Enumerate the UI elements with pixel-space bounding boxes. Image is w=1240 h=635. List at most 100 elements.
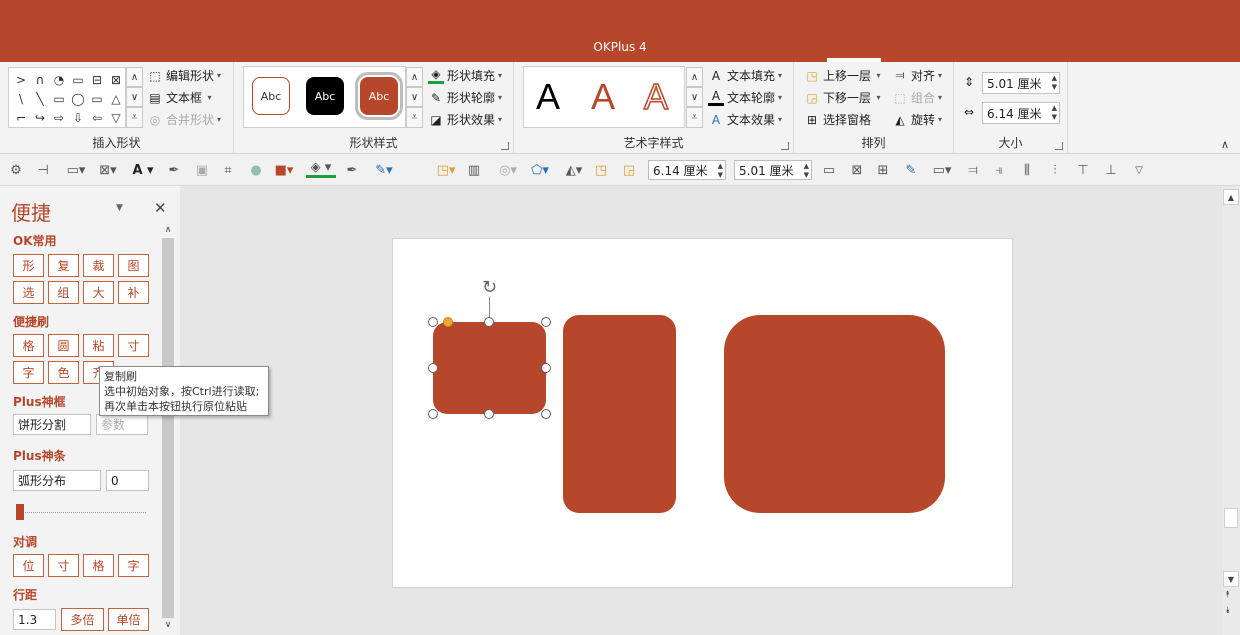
brush-btn-color[interactable]: 色 <box>48 361 79 384</box>
resize-handle-sw[interactable] <box>428 409 438 419</box>
shape-rect-icon[interactable]: ▭ <box>69 70 87 89</box>
shape-height-input[interactable]: 5.01 厘米 ▲ ▼ <box>982 72 1060 94</box>
shape-line-icon[interactable]: \ <box>12 89 30 108</box>
shape-oval-icon[interactable]: ◯ <box>69 89 87 108</box>
align-top-tool-icon[interactable]: ⊤ <box>1074 160 1092 180</box>
canvas-scroll-down-icon[interactable]: ▼ <box>1223 571 1239 587</box>
style-scroll-up-icon[interactable]: ∧ <box>406 67 423 87</box>
slider-knob[interactable] <box>16 504 24 520</box>
align-left-tool-icon[interactable]: ⫤ <box>964 160 982 180</box>
shape-outline-button[interactable]: ✎ 形状轮廓 ▾ <box>428 89 502 106</box>
merge-shapes-button[interactable]: ◎ 合并形状 ▾ <box>147 111 221 128</box>
line-spacing-multi-button[interactable]: 多倍 <box>61 608 104 631</box>
large-rounded-rect[interactable] <box>724 315 945 513</box>
frame-tool-icon[interactable]: ▭ <box>820 160 838 180</box>
resize-handle-s[interactable] <box>484 409 494 419</box>
send-backward-button[interactable]: ◲ 下移一层 ▾ <box>804 89 880 106</box>
resize-handle-n[interactable] <box>484 317 494 327</box>
width-spinner-icon[interactable]: ▲ ▼ <box>1052 104 1057 122</box>
layer-tool-icon[interactable]: ◳▾ <box>432 160 460 180</box>
resize-handle-w[interactable] <box>428 363 438 373</box>
panel-close-icon[interactable]: ✕ <box>154 199 167 217</box>
plus-bar-input[interactable]: 弧形分布 <box>13 470 101 491</box>
brush-btn-dimension[interactable]: 寸 <box>118 334 149 357</box>
rotate-handle-icon[interactable]: ↻ <box>479 277 500 298</box>
ok-btn-fill[interactable]: 补 <box>118 281 149 304</box>
fill-bucket-tool-icon[interactable]: ◈ ▾ <box>306 160 336 178</box>
rotate-button[interactable]: ◭ 旋转 ▾ <box>892 111 942 128</box>
panel-scroll-thumb[interactable] <box>162 238 174 618</box>
shape-elbow-connector-icon[interactable]: ⌐ <box>12 108 30 127</box>
shape-down-arrow-icon[interactable]: ⇩ <box>69 108 87 127</box>
style-scroll-down-icon[interactable]: ∨ <box>406 87 423 107</box>
eyedropper-icon[interactable]: ✒ <box>166 160 182 180</box>
next-slide-icon[interactable]: ⯯ <box>1225 606 1230 616</box>
height-spinner-icon[interactable]: ▲ ▼ <box>1052 74 1057 92</box>
shape-vtextbox-icon[interactable]: ⊠ <box>107 70 125 89</box>
textbox-tool-icon[interactable]: ▭▾ <box>62 160 90 180</box>
window-tool-icon[interactable]: ▭▾ <box>928 160 956 180</box>
gallery-scroll-down-icon[interactable]: ∨ <box>126 87 143 107</box>
text-fill-button[interactable]: A 文本填充 ▾ <box>708 67 782 84</box>
align-btn-position[interactable]: 位 <box>13 554 44 577</box>
wordart-scroll-down-icon[interactable]: ∨ <box>686 87 703 107</box>
ok-btn-group[interactable]: 组 <box>48 281 79 304</box>
color-swatch-tool-icon[interactable]: ■▾ <box>272 160 296 180</box>
edit-shape-button[interactable]: ⬚ 编辑形状 ▾ <box>147 67 221 84</box>
eyedropper-2-icon[interactable]: ✒ <box>344 160 360 180</box>
brush-btn-format[interactable]: 格 <box>13 334 44 357</box>
style-thumb-outline[interactable]: Abc <box>252 77 290 115</box>
align-bottom-tool-icon[interactable]: ⊥ <box>1102 160 1120 180</box>
selected-rounded-rect[interactable] <box>433 322 546 414</box>
line-spacing-single-button[interactable]: 单倍 <box>108 608 149 631</box>
collapse-ribbon-icon[interactable]: ∧ <box>1221 138 1229 151</box>
shape-more-icon[interactable]: ▽ <box>107 108 125 127</box>
shape-arrow-line-icon[interactable]: ╲ <box>31 89 49 108</box>
size-launcher-icon[interactable] <box>1055 142 1063 150</box>
ok-btn-copy[interactable]: 复 <box>48 254 79 277</box>
shape-fill-button[interactable]: ◈ 形状填充 ▾ <box>428 67 502 84</box>
selection-pane-button[interactable]: ⊞ 选择窗格 <box>804 111 871 128</box>
brush-tool-icon[interactable]: ✎ <box>902 160 920 180</box>
distribute-v-tool-icon[interactable]: ⫶ <box>1046 160 1064 180</box>
canvas-scroll-thumb[interactable] <box>1224 508 1238 528</box>
align-right-tool-icon[interactable]: ⫣ <box>990 160 1008 180</box>
panel-menu-icon[interactable]: ▼ <box>116 203 123 213</box>
wordart-scroll-up-icon[interactable]: ∧ <box>686 67 703 87</box>
style-thumb-accent[interactable]: Abc <box>355 72 403 120</box>
shape-rounded-rect-icon[interactable]: ▭ <box>88 89 106 108</box>
wordart-expand-icon[interactable]: ⩡ <box>686 107 703 128</box>
panel-scroll-down-icon[interactable]: ∨ <box>160 620 176 630</box>
gallery-expand-icon[interactable]: ⩡ <box>126 107 143 128</box>
ok-btn-size[interactable]: 大 <box>83 281 114 304</box>
ok-btn-image[interactable]: 图 <box>118 254 149 277</box>
brush-btn-paste[interactable]: 粘 <box>83 334 114 357</box>
resize-handle-se[interactable] <box>541 409 551 419</box>
text-effects-button[interactable]: A 文本效果 ▾ <box>708 111 782 128</box>
bring-forward-button[interactable]: ◳ 上移一层 ▾ <box>804 67 880 84</box>
style-expand-icon[interactable]: ⩡ <box>406 107 423 128</box>
shape-curved-connector-icon[interactable]: ↪ <box>31 108 49 127</box>
adjust-handle[interactable] <box>443 317 453 327</box>
group-button[interactable]: ⬚ 组合 ▾ <box>892 89 942 106</box>
picture-tool-icon[interactable]: ▣ <box>194 160 210 180</box>
font-color-tool-icon[interactable]: A ▾ <box>128 160 158 180</box>
align-btn-format[interactable]: 格 <box>83 554 114 577</box>
slide-canvas[interactable]: ↻ <box>392 238 1013 588</box>
plus-frame-param-input[interactable]: 参数 <box>96 414 148 435</box>
shape-triangle-icon[interactable]: △ <box>107 89 125 108</box>
wordart-accent[interactable]: A <box>591 77 615 117</box>
resize-handle-nw[interactable] <box>428 317 438 327</box>
ok-btn-shape[interactable]: 形 <box>13 254 44 277</box>
shape-rectangle-icon[interactable]: ▭ <box>50 89 68 108</box>
crop-tool-icon[interactable]: ⌗ <box>220 160 236 180</box>
wordart-outline[interactable]: A <box>643 76 669 118</box>
text-box-button[interactable]: ▤ 文本框 ▾ <box>147 89 211 106</box>
toolbar-height-spinner-icon[interactable]: ▲ ▼ <box>804 162 809 180</box>
shape-textbox-icon[interactable]: ⊟ <box>88 70 106 89</box>
ok-btn-crop[interactable]: 裁 <box>83 254 114 277</box>
send-back-tool-icon[interactable]: ◲ <box>620 160 638 180</box>
shape-styles-launcher-icon[interactable] <box>501 142 509 150</box>
tall-rounded-rect[interactable] <box>563 315 676 513</box>
plus-bar-slider[interactable] <box>14 502 146 522</box>
